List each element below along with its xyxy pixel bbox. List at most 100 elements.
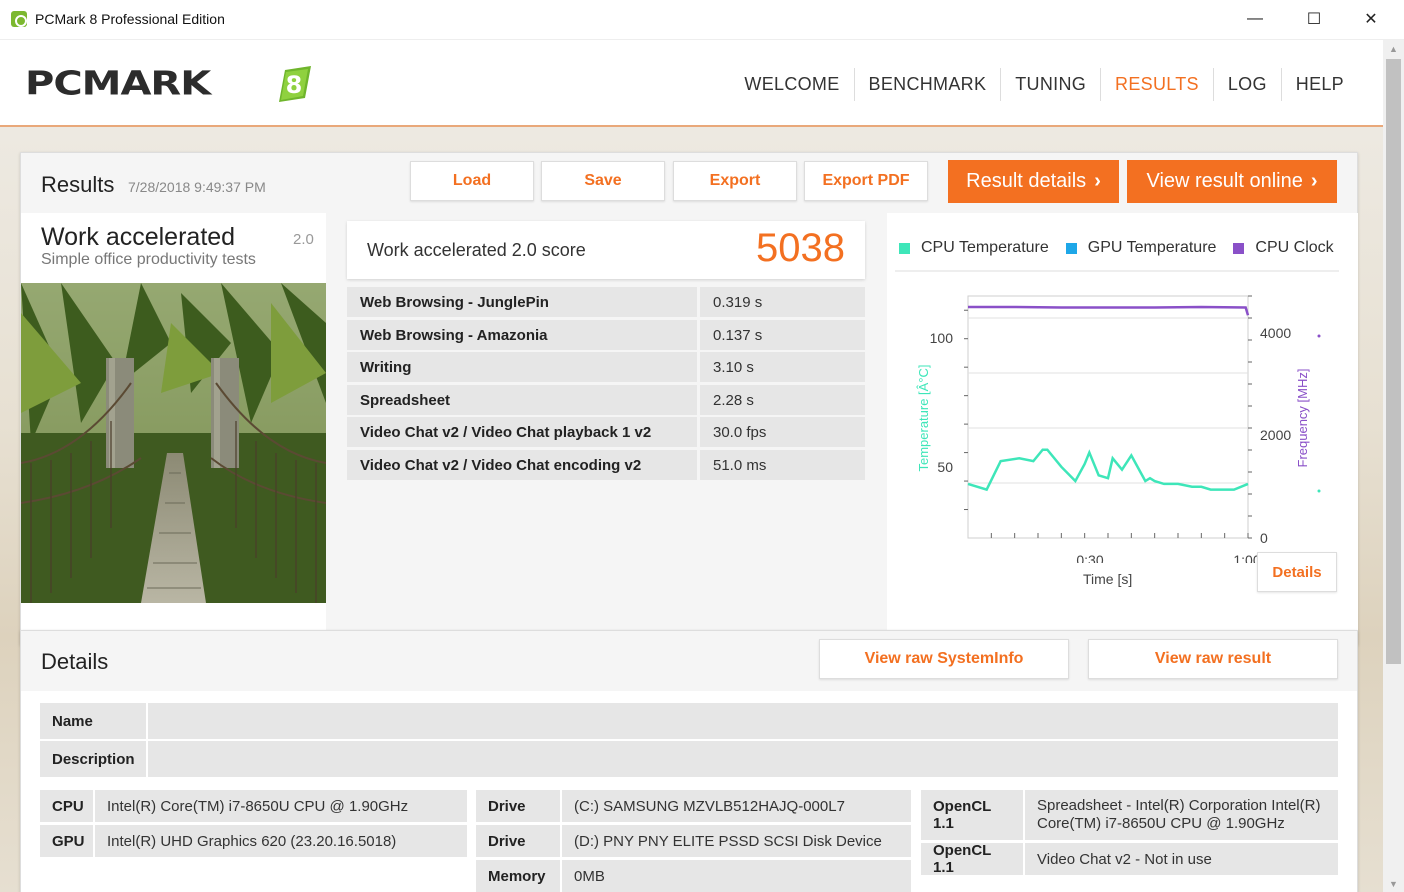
result-details-button[interactable]: Result details ›: [948, 160, 1119, 203]
subtest-row: Writing 3.10 s: [347, 352, 865, 382]
name-row: Name: [40, 703, 1338, 739]
subtest-value: 51.0 ms: [700, 449, 865, 480]
memory-label: Memory: [476, 860, 560, 892]
memory-row: Memory 0MB: [476, 860, 911, 892]
benchmark-name: Work accelerated: [41, 223, 236, 251]
y-right-tick-label: 4000: [1260, 325, 1291, 341]
results-title: Results: [41, 172, 115, 197]
opencl-label: OpenCL 1.1: [921, 842, 1023, 876]
x-tick-label: 0:30: [1076, 552, 1103, 563]
subtest-value: 0.137 s: [700, 319, 865, 350]
scroll-down-arrow-icon[interactable]: ▼: [1383, 875, 1404, 892]
legend-cpu-clock[interactable]: CPU Clock: [1233, 239, 1334, 257]
legend-swatch: [899, 242, 910, 254]
description-label: Description: [40, 741, 146, 777]
series-marker: [1317, 334, 1321, 338]
legend-gpu-temperature[interactable]: GPU Temperature: [1065, 239, 1217, 257]
view-raw-result-button[interactable]: View raw result: [1088, 639, 1338, 679]
load-button[interactable]: Load: [410, 161, 534, 201]
nav-help[interactable]: HELP: [1282, 68, 1358, 101]
details-content: Name Description CPU Intel(R) Core(TM) i…: [21, 691, 1357, 892]
chart-svg: 100 50 4000 2000 0 0:30 1:00 Temperature…: [916, 295, 1321, 563]
legend-label: GPU Temperature: [1087, 239, 1217, 256]
name-value[interactable]: [148, 703, 1338, 739]
chart-details-button[interactable]: Details: [1257, 552, 1337, 592]
benchmark-image: [21, 283, 326, 603]
gpu-row: GPU Intel(R) UHD Graphics 620 (23.20.16.…: [40, 825, 467, 857]
subtest-name: Video Chat v2 / Video Chat playback 1 v2: [347, 417, 697, 447]
main-nav: WELCOME BENCHMARK TUNING RESULTS LOG HEL…: [730, 68, 1358, 101]
window-titlebar: PCMark 8 Professional Edition — ☐ ✕: [0, 0, 1404, 40]
opencl-value: Spreadsheet - Intel(R) Corporation Intel…: [1025, 790, 1338, 840]
minimize-button[interactable]: —: [1226, 0, 1284, 38]
name-label: Name: [40, 703, 146, 739]
y-right-axis-label: Frequency [MHz]: [1295, 369, 1310, 468]
save-button[interactable]: Save: [541, 161, 665, 201]
subtest-name: Web Browsing - Amazonia: [347, 319, 697, 350]
score-value: 5038: [756, 226, 845, 270]
monitoring-chart: CPU Temperature GPU Temperature CPU Cloc…: [887, 213, 1358, 645]
legend-divider: [895, 270, 1339, 272]
y-right-tick-label: 2000: [1260, 427, 1291, 443]
opencl-row: OpenCL 1.1 Video Chat v2 - Not in use: [921, 842, 1338, 876]
nav-results[interactable]: RESULTS: [1101, 68, 1214, 101]
close-button[interactable]: ✕: [1342, 0, 1400, 38]
subtest-table: Web Browsing - JunglePin 0.319 s Web Bro…: [347, 287, 865, 482]
pcmark-app-icon: [11, 11, 27, 27]
drive-row: Drive (D:) PNY PNY ELITE PSSD SCSI Disk …: [476, 825, 911, 857]
app-header: PCMARK 8 WELCOME BENCHMARK TUNING RESULT…: [0, 40, 1383, 127]
app-content: PCMARK 8 WELCOME BENCHMARK TUNING RESULT…: [0, 40, 1383, 892]
chart-legend: CPU Temperature GPU Temperature CPU Cloc…: [899, 239, 1351, 257]
gpu-label: GPU: [40, 825, 93, 857]
subtest-value: 2.28 s: [700, 384, 865, 415]
subtest-name: Web Browsing - JunglePin: [347, 287, 697, 317]
subtest-row: Web Browsing - JunglePin 0.319 s: [347, 287, 865, 317]
scroll-thumb[interactable]: [1386, 59, 1401, 664]
y-right-tick-label: 0: [1260, 530, 1268, 546]
subtest-value: 3.10 s: [700, 352, 865, 382]
description-row: Description: [40, 741, 1338, 777]
legend-cpu-temperature[interactable]: CPU Temperature: [899, 239, 1049, 257]
benchmark-description: Simple office productivity tests: [41, 251, 256, 268]
results-timestamp: 7/28/2018 9:49:37 PM: [128, 179, 266, 195]
cpu-label: CPU: [40, 790, 93, 822]
legend-swatch: [1065, 242, 1077, 254]
view-result-online-button[interactable]: View result online ›: [1127, 160, 1337, 203]
window-title: PCMark 8 Professional Edition: [35, 11, 225, 27]
legend-label: CPU Clock: [1255, 239, 1334, 256]
memory-value: 0MB: [562, 860, 911, 892]
score-area: Work accelerated 2.0 score 5038 Web Brow…: [331, 213, 884, 645]
legend-swatch: [1233, 242, 1245, 254]
nav-welcome[interactable]: WELCOME: [730, 68, 855, 101]
y-left-axis-label: Temperature [Â°C]: [916, 364, 931, 471]
opencl-value: Video Chat v2 - Not in use: [1025, 843, 1338, 875]
scroll-up-arrow-icon[interactable]: ▲: [1383, 40, 1404, 57]
score-label: Work accelerated 2.0 score: [367, 240, 586, 260]
drive-value: (C:) SAMSUNG MZVLB512HAJQ-000L7: [562, 790, 911, 822]
legend-label: CPU Temperature: [921, 239, 1049, 256]
vertical-scrollbar[interactable]: ▲ ▼: [1383, 40, 1404, 892]
logo-8-icon: 8: [279, 66, 311, 102]
drive-row: Drive (C:) SAMSUNG MZVLB512HAJQ-000L7: [476, 790, 911, 822]
result-details-label: Result details: [966, 170, 1087, 192]
view-raw-systeminfo-button[interactable]: View raw SystemInfo: [819, 639, 1069, 679]
subtest-name: Writing: [347, 352, 697, 382]
subtest-value: 30.0 fps: [700, 417, 865, 447]
description-value[interactable]: [148, 741, 1338, 777]
subtest-name: Spreadsheet: [347, 384, 697, 415]
export-button[interactable]: Export: [673, 161, 797, 201]
subtest-row: Video Chat v2 / Video Chat playback 1 v2…: [347, 417, 865, 447]
details-title: Details: [41, 649, 109, 674]
nav-benchmark[interactable]: BENCHMARK: [855, 68, 1002, 101]
subtest-value: 0.319 s: [700, 287, 865, 317]
maximize-button[interactable]: ☐: [1285, 0, 1343, 38]
nav-tuning[interactable]: TUNING: [1001, 68, 1102, 101]
nav-log[interactable]: LOG: [1214, 68, 1282, 101]
export-pdf-button[interactable]: Export PDF: [804, 161, 928, 201]
logo-digit: 8: [286, 71, 303, 99]
subtest-row: Web Browsing - Amazonia 0.137 s: [347, 319, 865, 350]
details-panel: Details View raw SystemInfo View raw res…: [20, 630, 1358, 892]
subtest-row: Video Chat v2 / Video Chat encoding v2 5…: [347, 449, 865, 480]
opencl-label: OpenCL 1.1: [921, 790, 1023, 840]
subtest-row: Spreadsheet 2.28 s: [347, 384, 865, 415]
